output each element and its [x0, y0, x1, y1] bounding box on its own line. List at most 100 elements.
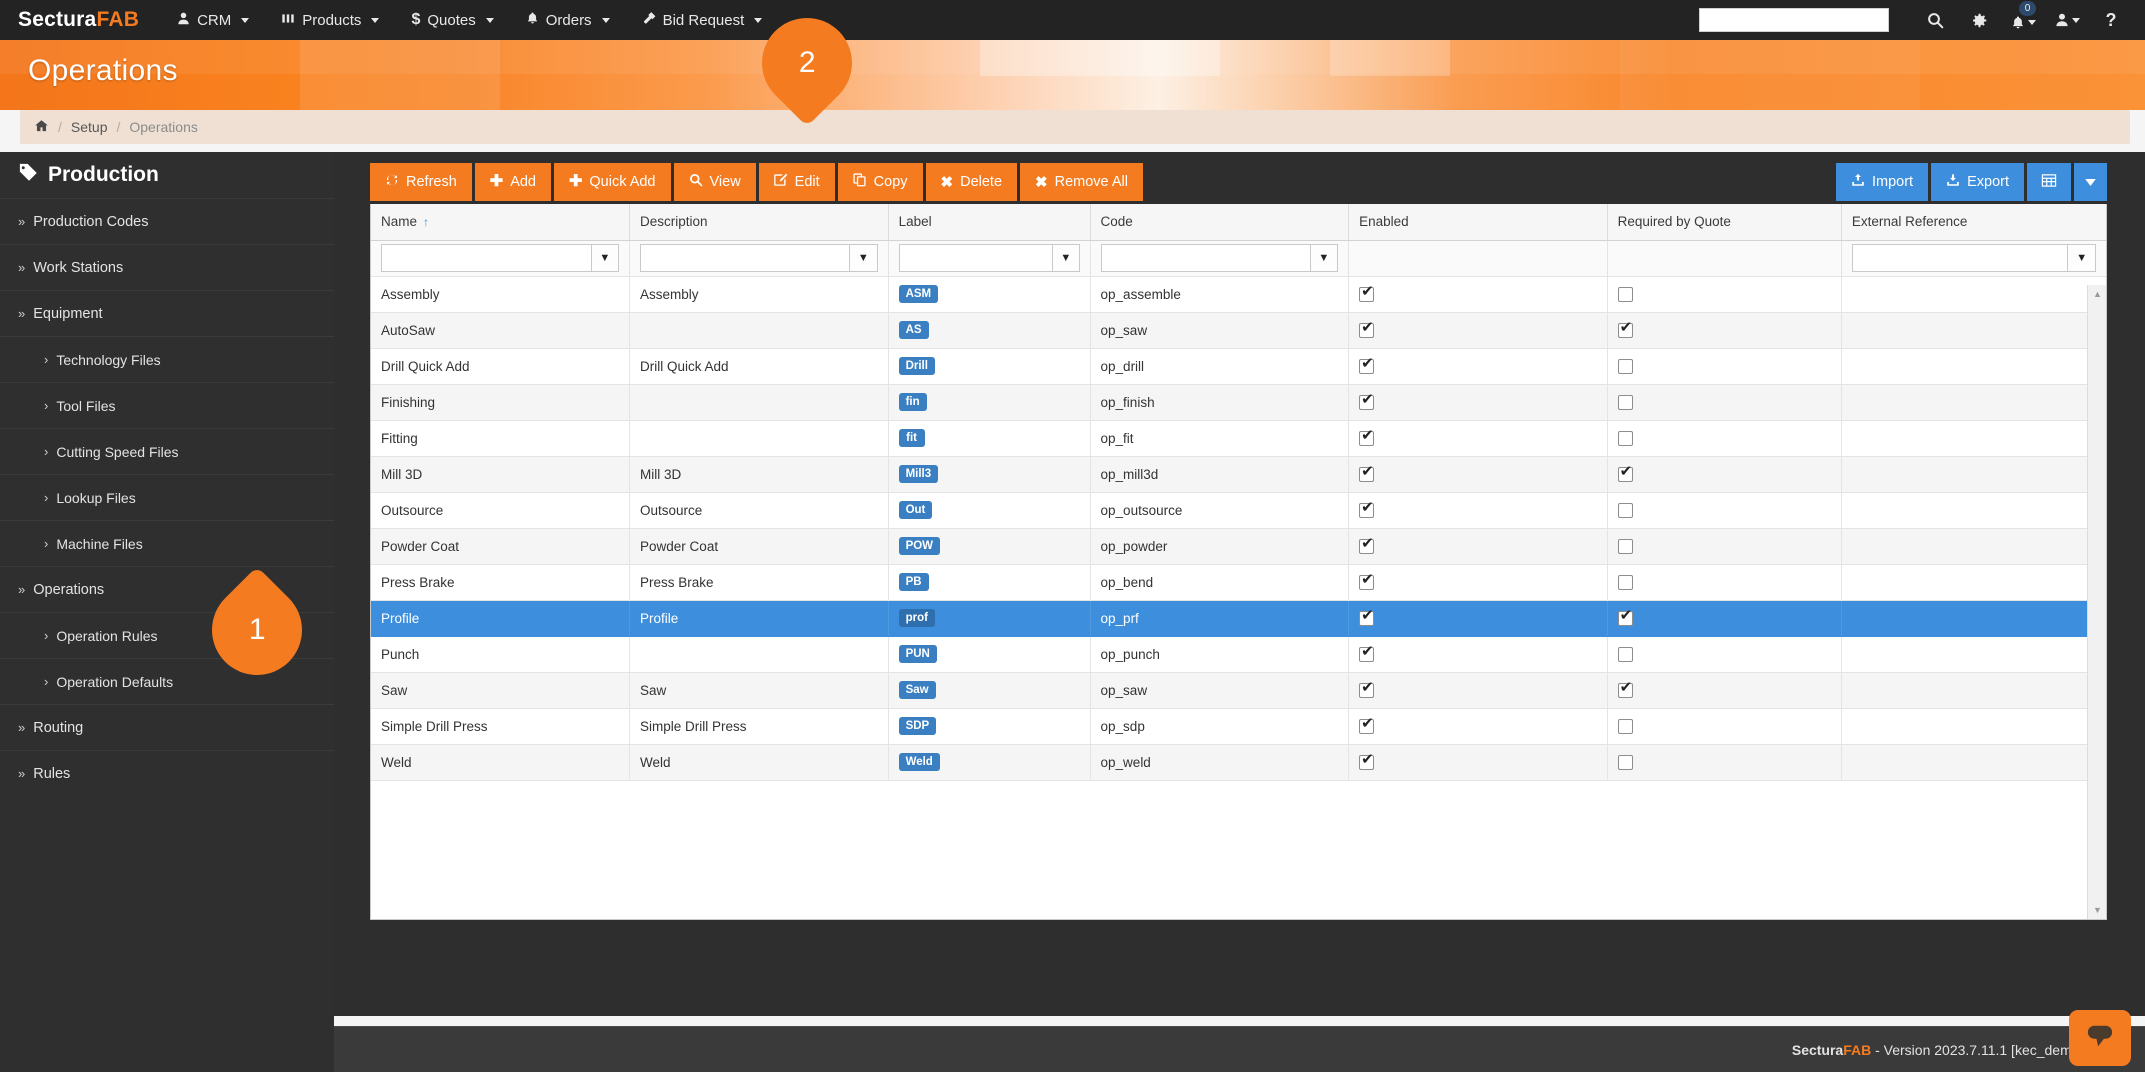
table-row[interactable]: Finishing fin op_finish [371, 384, 2106, 420]
edit-button[interactable]: Edit [759, 163, 835, 201]
required-checkbox[interactable] [1618, 467, 1633, 482]
table-row[interactable]: Mill 3D Mill 3D Mill3 op_mill3d [371, 456, 2106, 492]
funnel-icon[interactable]: ▼ [592, 244, 620, 272]
funnel-icon[interactable]: ▼ [2068, 244, 2096, 272]
enabled-checkbox[interactable] [1359, 359, 1374, 374]
enabled-checkbox[interactable] [1359, 503, 1374, 518]
required-checkbox[interactable] [1618, 611, 1633, 626]
enabled-checkbox[interactable] [1359, 395, 1374, 410]
table-row[interactable]: Simple Drill Press Simple Drill Press SD… [371, 708, 2106, 744]
required-checkbox[interactable] [1618, 575, 1633, 590]
search-icon[interactable] [1913, 0, 1957, 40]
home-icon[interactable] [34, 119, 49, 136]
help-search-input[interactable] [1699, 8, 1889, 32]
grid-vertical-scrollbar[interactable]: ▲ ▼ [2087, 285, 2106, 919]
required-checkbox[interactable] [1618, 647, 1633, 662]
enabled-checkbox[interactable] [1359, 755, 1374, 770]
required-checkbox[interactable] [1618, 323, 1633, 338]
import-button[interactable]: Import [1836, 163, 1928, 201]
enabled-checkbox[interactable] [1359, 647, 1374, 662]
column-chooser-button[interactable] [2027, 163, 2071, 201]
sidebar-item-tool-files[interactable]: › Tool Files [0, 382, 334, 428]
sidebar-item-routing[interactable]: » Routing [0, 704, 334, 750]
double-chevron-icon: » [18, 306, 25, 321]
column-header-name[interactable]: Name↑ [371, 204, 630, 240]
column-header-code[interactable]: Code [1090, 204, 1349, 240]
nav-item-orders[interactable]: Orders [510, 0, 626, 40]
notifications-bell[interactable]: 0 [2001, 0, 2045, 40]
sidebar-item-cutting-speed-files[interactable]: › Cutting Speed Files [0, 428, 334, 474]
filter-input-description[interactable] [640, 244, 850, 272]
nav-item-crm[interactable]: CRM [161, 0, 265, 40]
required-checkbox[interactable] [1618, 503, 1633, 518]
column-header-description[interactable]: Description [630, 204, 889, 240]
table-row[interactable]: AutoSaw AS op_saw [371, 312, 2106, 348]
remove-all-button[interactable]: ✖ Remove All [1020, 163, 1143, 201]
table-row[interactable]: Drill Quick Add Drill Quick Add Drill op… [371, 348, 2106, 384]
nav-item-quotes[interactable]: $ Quotes [395, 0, 509, 40]
enabled-checkbox[interactable] [1359, 539, 1374, 554]
enabled-checkbox[interactable] [1359, 683, 1374, 698]
required-checkbox[interactable] [1618, 287, 1633, 302]
table-row[interactable]: Weld Weld Weld op_weld [371, 744, 2106, 780]
enabled-checkbox[interactable] [1359, 575, 1374, 590]
grid-options-dropdown[interactable] [2074, 163, 2107, 201]
funnel-icon[interactable]: ▼ [1053, 244, 1080, 272]
user-menu[interactable] [2045, 0, 2089, 40]
sidebar-item-lookup-files[interactable]: › Lookup Files [0, 474, 334, 520]
table-row-selected[interactable]: Profile Profile prof op_prf [371, 600, 2106, 636]
filter-input-label[interactable] [899, 244, 1053, 272]
required-checkbox[interactable] [1618, 683, 1633, 698]
required-checkbox[interactable] [1618, 755, 1633, 770]
chat-widget-button[interactable] [2069, 1010, 2131, 1066]
table-row[interactable]: Saw Saw Saw op_saw [371, 672, 2106, 708]
filter-input-name[interactable] [381, 244, 592, 272]
column-header-enabled[interactable]: Enabled [1349, 204, 1608, 240]
table-row[interactable]: Assembly Assembly ASM op_assemble [371, 276, 2106, 312]
table-row[interactable]: Punch PUN op_punch [371, 636, 2106, 672]
enabled-checkbox[interactable] [1359, 719, 1374, 734]
table-row[interactable]: Outsource Outsource Out op_outsource [371, 492, 2106, 528]
filter-input-external-reference[interactable] [1852, 244, 2069, 272]
gear-icon[interactable] [1957, 0, 2001, 40]
required-checkbox[interactable] [1618, 431, 1633, 446]
quick-add-button[interactable]: ✚ Quick Add [554, 163, 671, 201]
question-icon[interactable]: ? [2089, 0, 2133, 40]
nav-item-bid-request[interactable]: Bid Request [626, 0, 779, 40]
sidebar-item-rules[interactable]: » Rules [0, 750, 334, 796]
copy-button[interactable]: Copy [838, 163, 923, 201]
delete-button[interactable]: ✖ Delete [926, 163, 1018, 201]
sidebar-item-equipment[interactable]: » Equipment [0, 290, 334, 336]
funnel-icon[interactable]: ▼ [1311, 244, 1339, 272]
nav-item-products[interactable]: Products [265, 0, 395, 40]
column-header-label[interactable]: Label [888, 204, 1090, 240]
enabled-checkbox[interactable] [1359, 611, 1374, 626]
sidebar-item-work-stations[interactable]: » Work Stations [0, 244, 334, 290]
view-button[interactable]: View [674, 163, 756, 201]
column-header-required-by-quote[interactable]: Required by Quote [1607, 204, 1841, 240]
table-row[interactable]: Press Brake Press Brake PB op_bend [371, 564, 2106, 600]
enabled-checkbox[interactable] [1359, 287, 1374, 302]
sidebar-item-machine-files[interactable]: › Machine Files [0, 520, 334, 566]
enabled-checkbox[interactable] [1359, 323, 1374, 338]
sidebar-item-technology-files[interactable]: › Technology Files [0, 336, 334, 382]
scroll-down-icon[interactable]: ▼ [2088, 901, 2107, 919]
filter-input-code[interactable] [1101, 244, 1311, 272]
export-button[interactable]: Export [1931, 163, 2024, 201]
enabled-checkbox[interactable] [1359, 431, 1374, 446]
refresh-button[interactable]: Refresh [370, 163, 472, 201]
sidebar-item-production-codes[interactable]: » Production Codes [0, 198, 334, 244]
add-button[interactable]: ✚ Add [475, 163, 551, 201]
required-checkbox[interactable] [1618, 539, 1633, 554]
table-row[interactable]: Powder Coat Powder Coat POW op_powder [371, 528, 2106, 564]
breadcrumb-setup[interactable]: Setup [71, 119, 108, 135]
column-header-external-reference[interactable]: External Reference [1841, 204, 2106, 240]
required-checkbox[interactable] [1618, 719, 1633, 734]
required-checkbox[interactable] [1618, 359, 1633, 374]
required-checkbox[interactable] [1618, 395, 1633, 410]
funnel-icon[interactable]: ▼ [850, 244, 878, 272]
table-row[interactable]: Fitting fit op_fit [371, 420, 2106, 456]
enabled-checkbox[interactable] [1359, 467, 1374, 482]
brand-logo[interactable]: SecturaFAB [0, 8, 161, 32]
scroll-up-icon[interactable]: ▲ [2088, 285, 2107, 303]
